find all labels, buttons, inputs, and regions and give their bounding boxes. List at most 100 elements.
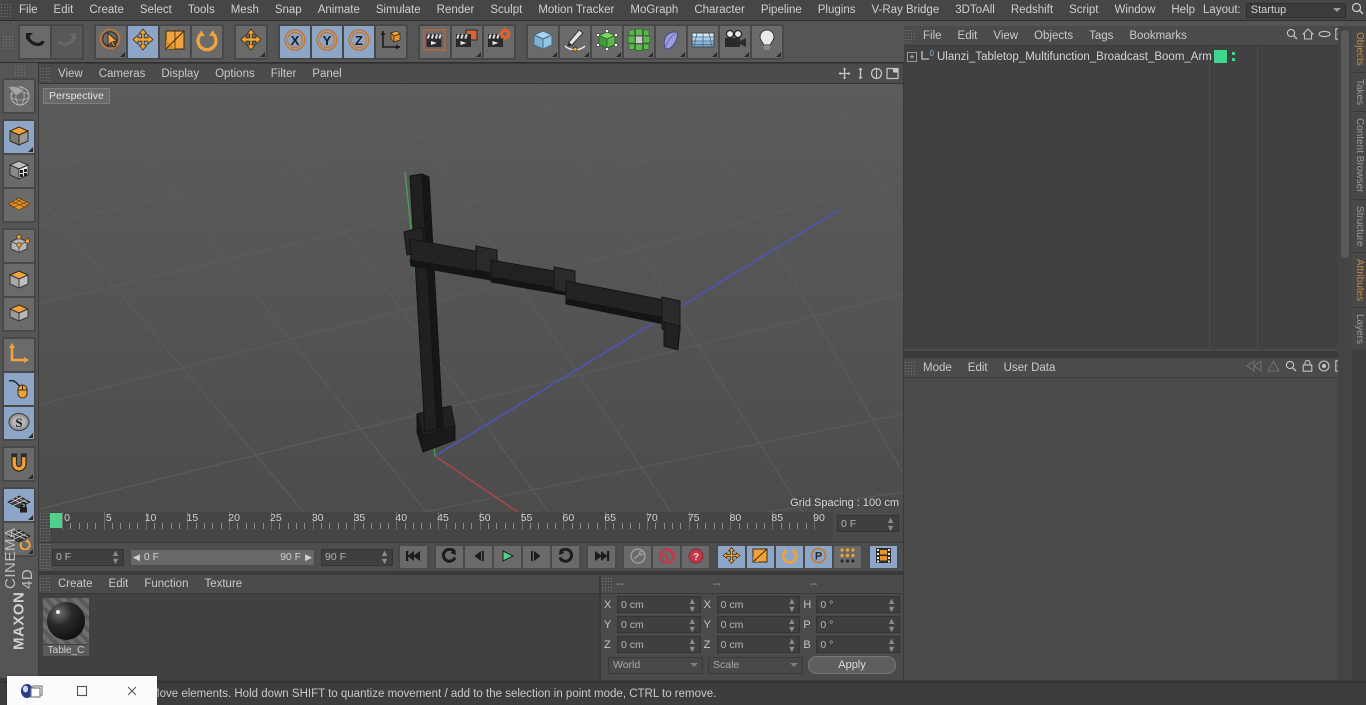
menu-item-script[interactable]: Script [1061,0,1106,20]
spinner-icon[interactable]: ▲ ▼ [886,515,895,532]
menu-item-redshift[interactable]: Redshift [1003,0,1061,20]
move-tool[interactable] [127,24,159,59]
world-object-axis-button[interactable] [375,24,407,59]
record-active-objects-button[interactable] [623,545,652,569]
lock-y-axis-button[interactable]: Y [311,24,343,59]
menu-item-animate[interactable]: Animate [310,0,368,20]
undo-button[interactable] [19,24,51,59]
pla-key-button[interactable] [833,545,862,569]
object-menu-view[interactable]: View [985,26,1026,46]
menu-item-vray-bridge[interactable]: V-Ray Bridge [863,0,947,20]
preview-range-bar[interactable]: ◀ 0 F 90 F ▶ [130,548,315,566]
tab-content-browser[interactable]: Content Browser [1352,112,1366,200]
start-frame-field[interactable]: 0 F ▲ ▼ [52,548,124,566]
spinner-icon[interactable]: ▲ ▼ [787,596,796,613]
menu-item-file[interactable]: File [11,0,46,20]
point-mode-button[interactable] [3,229,35,263]
scale-key-button[interactable] [746,545,775,569]
menu-item-simulate[interactable]: Simulate [368,0,429,20]
maximize-view-icon[interactable] [885,67,899,81]
undo-view-button[interactable] [3,79,35,113]
range-right-arrow-icon[interactable]: ▶ [305,552,312,563]
maximize-window-icon[interactable] [57,676,107,705]
spinner-icon[interactable]: ▲ ▼ [380,549,389,566]
rotation-key-button[interactable] [775,545,804,569]
field-position-y[interactable]: 0 cm ▲ ▼ [617,616,701,633]
eye-icon[interactable] [1318,28,1331,43]
texture-axis-button[interactable] [3,154,35,188]
move-view-icon[interactable] [837,67,851,81]
scale-tool[interactable] [159,24,191,59]
object-menu-grip[interactable] [904,28,915,43]
field-rotation-p[interactable]: 0 ° ▲ ▼ [816,616,901,633]
field-size-x[interactable]: 0 cm ▲ ▼ [716,596,801,613]
object-menu-tags[interactable]: Tags [1081,26,1121,46]
menu-item-sculpt[interactable]: Sculpt [482,0,530,20]
redo-button[interactable] [51,24,83,59]
visibility-dots-icon[interactable] [1232,52,1235,61]
add-environment-button[interactable] [687,24,719,59]
menu-item-window[interactable]: Window [1106,0,1163,20]
polygon-mode-button[interactable] [3,297,35,331]
play-forwards-loop-button[interactable] [551,545,580,569]
viewport-menu-filter[interactable]: Filter [263,64,305,84]
next-frame-button[interactable] [522,545,551,569]
menu-item-3dtoall[interactable]: 3DToAll [947,0,1003,20]
field-rotation-h[interactable]: 0 ° ▲ ▼ [816,596,901,613]
object-axis-mode-button[interactable] [3,338,35,372]
object-menu-objects[interactable]: Objects [1026,26,1081,46]
spinner-icon[interactable]: ▲ ▼ [787,636,796,653]
attributes-menu-mode[interactable]: Mode [915,358,960,378]
material-item[interactable]: Table_C [43,598,89,656]
viewport-menu-display[interactable]: Display [153,64,207,84]
field-position-z[interactable]: 0 cm ▲ ▼ [617,636,701,653]
expand-toggle-icon[interactable]: + [907,51,917,62]
menu-item-character[interactable]: Character [686,0,753,20]
end-frame-field[interactable]: 90 F ▲ ▼ [321,548,393,566]
menu-grip[interactable] [0,3,11,17]
tab-takes[interactable]: Takes [1352,72,1366,113]
field-size-z[interactable]: 0 cm ▲ ▼ [716,636,801,653]
spinner-icon[interactable]: ▲ ▼ [887,616,896,633]
viewport-menu-cameras[interactable]: Cameras [91,64,154,84]
add-camera-button[interactable] [719,24,751,59]
lock-icon[interactable] [1302,359,1313,375]
parameter-key-button[interactable]: P [804,545,833,569]
material-list[interactable]: Table_C [39,594,599,680]
right-panel-scrollbar[interactable] [1338,26,1352,680]
spinner-icon[interactable]: ▲ ▼ [688,596,697,613]
current-frame-marker[interactable] [50,513,62,528]
workplane-rotate-button[interactable] [3,522,35,556]
play-backwards-step-button[interactable] [435,545,464,569]
object-row-boom-arm[interactable]: + 0 Ulanzi_Tabletop_Multifunction_Broadc… [904,48,1352,65]
enable-axis-modification-button[interactable] [3,372,35,406]
range-left-arrow-icon[interactable]: ◀ [133,552,140,563]
menu-item-mograph[interactable]: MoGraph [622,0,686,20]
timeline-grip[interactable] [39,512,50,542]
menu-item-mesh[interactable]: Mesh [223,0,267,20]
render-view-button[interactable] [419,24,451,59]
transport-grip[interactable] [39,543,50,571]
menu-item-tools[interactable]: Tools [180,0,223,20]
lock-x-axis-button[interactable]: X [279,24,311,59]
previous-frame-button[interactable] [464,545,493,569]
rotate-tool[interactable] [191,24,223,59]
viewport-solo-button[interactable] [3,188,35,222]
object-menu-bookmarks[interactable]: Bookmarks [1121,26,1195,46]
live-selection-tool[interactable] [95,24,127,59]
go-to-end-button[interactable] [587,545,616,569]
attributes-menu-grip[interactable] [904,360,915,375]
material-menu-texture[interactable]: Texture [196,574,250,594]
lock-workplane-button[interactable] [3,488,35,522]
target-icon[interactable] [1318,360,1330,375]
add-spline-button[interactable] [559,24,591,59]
material-menu-grip[interactable] [39,577,50,591]
tab-objects[interactable]: Objects [1352,26,1366,73]
menu-item-snap[interactable]: Snap [267,0,310,20]
position-key-button[interactable] [717,545,746,569]
menu-item-help[interactable]: Help [1163,0,1203,20]
edge-mode-button[interactable] [3,263,35,297]
left-toolbar-grip[interactable] [13,65,25,76]
forward-nav-icon[interactable] [1267,359,1280,375]
material-thumbnail[interactable] [43,598,89,644]
